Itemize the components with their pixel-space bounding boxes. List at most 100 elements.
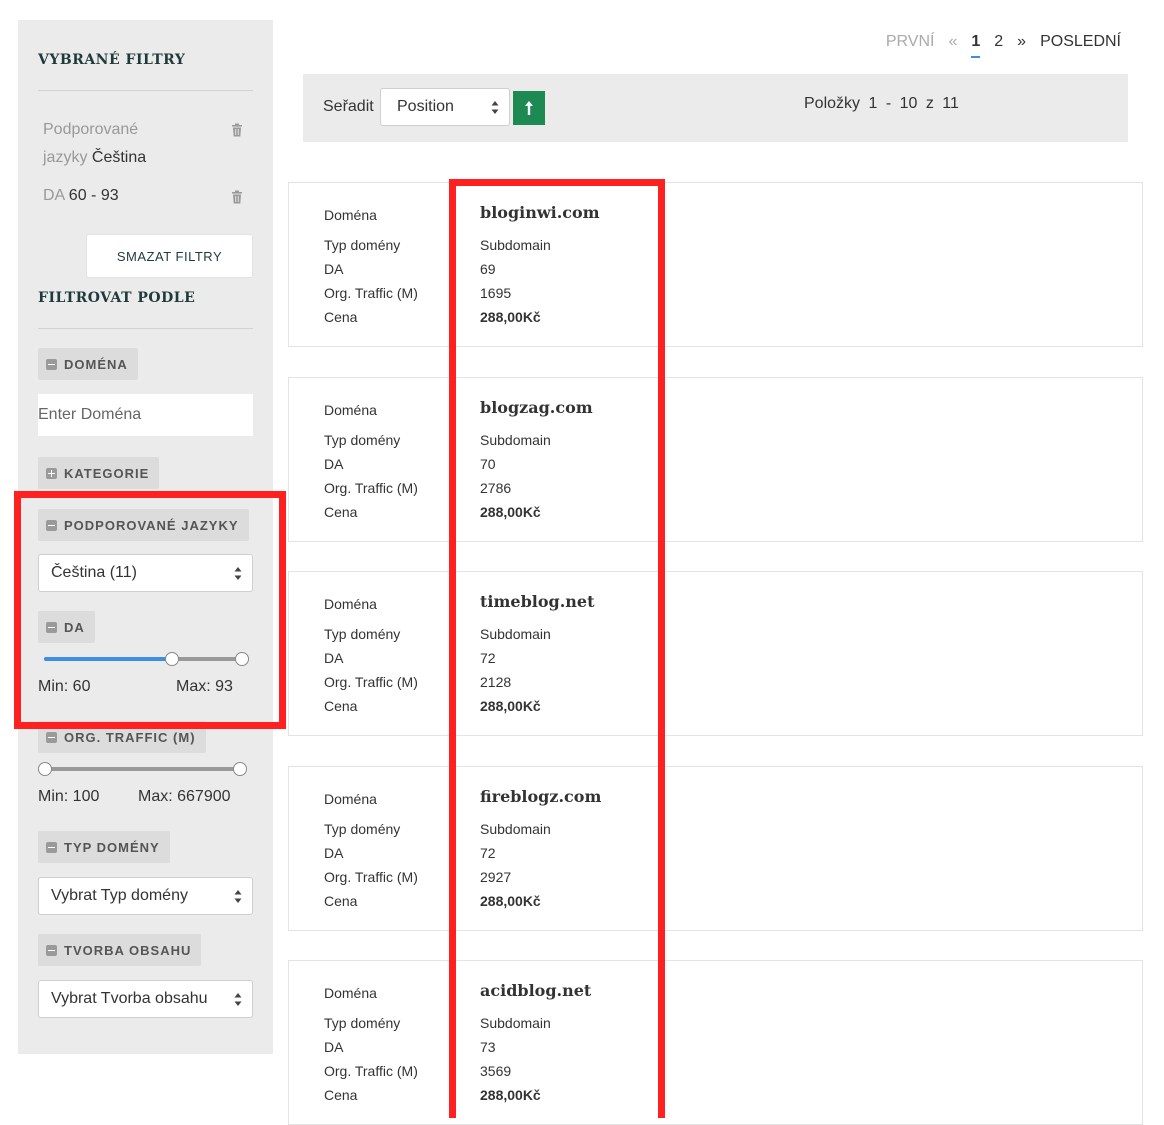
traffic-value: 3569 bbox=[480, 1063, 512, 1079]
type-label: Typ domény bbox=[324, 432, 401, 448]
da-filter-toggle[interactable]: DA bbox=[38, 611, 95, 643]
slider-min-handle[interactable] bbox=[164, 652, 179, 666]
da-label: DA bbox=[324, 456, 344, 472]
trash-icon[interactable] bbox=[230, 123, 244, 137]
items-count: Položky 1 - 10 z 11 bbox=[804, 95, 959, 112]
da-range-slider[interactable] bbox=[38, 652, 249, 666]
price-value: 288,00Kč bbox=[480, 698, 541, 714]
traffic-max-label: Max: 667900 bbox=[138, 788, 231, 805]
filter-heading: PODPOROVANÉ JAZYKY bbox=[64, 517, 239, 533]
da-value: 73 bbox=[480, 1039, 496, 1055]
content-filter-toggle[interactable]: TVORBA OBSAHU bbox=[38, 934, 202, 966]
type-value: Subdomain bbox=[480, 1015, 551, 1031]
price-label: Cena bbox=[324, 698, 358, 714]
select-arrows-icon bbox=[234, 993, 242, 1006]
type-label: Typ domény bbox=[324, 1015, 401, 1031]
slider-fill bbox=[44, 657, 172, 661]
da-label: DA bbox=[324, 1039, 344, 1055]
traffic-value: 2927 bbox=[480, 869, 512, 885]
domain-filter-toggle[interactable]: DOMÉNA bbox=[38, 348, 138, 380]
price-value: 288,00Kč bbox=[480, 893, 541, 909]
slider-max-handle[interactable] bbox=[235, 652, 249, 666]
da-max-label: Max: 93 bbox=[176, 678, 233, 695]
page-1-link[interactable]: 1 bbox=[971, 33, 981, 58]
product-card: Doména blogzag.com Typ domény Subdomain DA 70… bbox=[288, 377, 1143, 542]
language-select[interactable]: Čeština (11) bbox=[38, 554, 253, 592]
product-card: Doména timeblog.net Typ domény Subdomain DA 7… bbox=[288, 571, 1143, 736]
minus-icon bbox=[46, 519, 57, 531]
filter-sidebar: VYBRANÉ FILTRY Podporované jazyky Češtin… bbox=[18, 20, 273, 1054]
price-value: 288,00Kč bbox=[480, 1087, 541, 1103]
filter-heading: ORG. TRAFFIC (M) bbox=[64, 729, 196, 745]
select-arrows-icon bbox=[234, 567, 242, 580]
slider-track bbox=[44, 767, 242, 771]
sort-direction-button[interactable] bbox=[513, 91, 545, 125]
type-label: Typ domény bbox=[324, 821, 401, 837]
domain-label: Doména bbox=[324, 207, 377, 223]
domain-link[interactable]: fireblogz.com bbox=[480, 787, 601, 806]
type-value: Subdomain bbox=[480, 432, 551, 448]
da-min-label: Min: 60 bbox=[38, 678, 91, 695]
minus-icon bbox=[46, 621, 57, 633]
domain-link[interactable]: acidblog.net bbox=[480, 981, 591, 1000]
domain-label: Doména bbox=[324, 596, 377, 612]
slider-min-handle[interactable] bbox=[38, 762, 52, 776]
active-filter-label: Podporované bbox=[43, 121, 139, 138]
language-filter-toggle[interactable]: PODPOROVANÉ JAZYKY bbox=[38, 509, 249, 541]
selected-filters-title: VYBRANÉ FILTRY bbox=[38, 52, 186, 68]
traffic-filter-toggle[interactable]: ORG. TRAFFIC (M) bbox=[38, 721, 206, 753]
domain-link[interactable]: blogzag.com bbox=[480, 398, 593, 417]
pagination: PRVNÍ « 1 2 » POSLEDNÍ bbox=[886, 26, 1121, 58]
domain-search-input[interactable] bbox=[38, 394, 253, 436]
minus-icon bbox=[46, 944, 57, 956]
domain-type-filter-toggle[interactable]: TYP DOMÉNY bbox=[38, 831, 170, 863]
next-page-link[interactable]: » bbox=[1017, 33, 1026, 51]
slider-max-handle[interactable] bbox=[233, 762, 247, 776]
domain-label: Doména bbox=[324, 402, 377, 418]
domain-label: Doména bbox=[324, 791, 377, 807]
product-card: Doména fireblogz.com Typ domény Subdomain DA… bbox=[288, 766, 1143, 931]
domain-type-select[interactable]: Vybrat Typ domény bbox=[38, 877, 253, 915]
product-card: Doména bloginwi.com Typ domény Subdomain DA 6… bbox=[288, 182, 1143, 347]
da-label: DA bbox=[324, 650, 344, 666]
first-page-link[interactable]: PRVNÍ bbox=[886, 33, 935, 51]
minus-icon bbox=[46, 358, 57, 370]
sort-select[interactable]: Position bbox=[380, 88, 510, 126]
last-page-link[interactable]: POSLEDNÍ bbox=[1040, 33, 1121, 51]
filter-heading: DOMÉNA bbox=[64, 356, 128, 372]
active-filter-language: Podporované jazyky Čeština bbox=[43, 116, 146, 172]
divider bbox=[38, 90, 253, 91]
filter-heading: TVORBA OBSAHU bbox=[64, 942, 192, 958]
price-label: Cena bbox=[324, 1087, 358, 1103]
select-value: Vybrat Typ domény bbox=[51, 887, 188, 904]
sort-label: Seřadit bbox=[323, 98, 374, 115]
prev-page-link[interactable]: « bbox=[948, 33, 957, 51]
active-filter-label: jazyky bbox=[43, 149, 88, 166]
active-filter-value: 60 - 93 bbox=[68, 187, 119, 204]
price-label: Cena bbox=[324, 893, 358, 909]
price-label: Cena bbox=[324, 309, 358, 325]
select-value: Vybrat Tvorba obsahu bbox=[51, 990, 208, 1007]
clear-filters-button[interactable]: SMAZAT FILTRY bbox=[86, 234, 253, 278]
da-value: 70 bbox=[480, 456, 496, 472]
page-2-link[interactable]: 2 bbox=[994, 33, 1003, 51]
traffic-range-slider[interactable] bbox=[38, 762, 248, 776]
type-label: Typ domény bbox=[324, 626, 401, 642]
traffic-value: 2128 bbox=[480, 674, 512, 690]
trash-icon[interactable] bbox=[230, 190, 244, 204]
category-filter-toggle[interactable]: KATEGORIE bbox=[38, 457, 160, 489]
traffic-min-label: Min: 100 bbox=[38, 788, 100, 805]
traffic-label: Org. Traffic (M) bbox=[324, 674, 418, 690]
select-value: Čeština (11) bbox=[51, 564, 137, 581]
domain-link[interactable]: bloginwi.com bbox=[480, 203, 600, 222]
price-value: 288,00Kč bbox=[480, 504, 541, 520]
arrow-up-icon bbox=[525, 101, 533, 115]
select-arrows-icon bbox=[491, 101, 499, 114]
type-label: Typ domény bbox=[324, 237, 401, 253]
da-label: DA bbox=[324, 261, 344, 277]
type-value: Subdomain bbox=[480, 821, 551, 837]
content-creation-select[interactable]: Vybrat Tvorba obsahu bbox=[38, 980, 253, 1018]
domain-link[interactable]: timeblog.net bbox=[480, 592, 594, 611]
traffic-label: Org. Traffic (M) bbox=[324, 869, 418, 885]
active-filter-da: DA 60 - 93 bbox=[43, 182, 119, 210]
